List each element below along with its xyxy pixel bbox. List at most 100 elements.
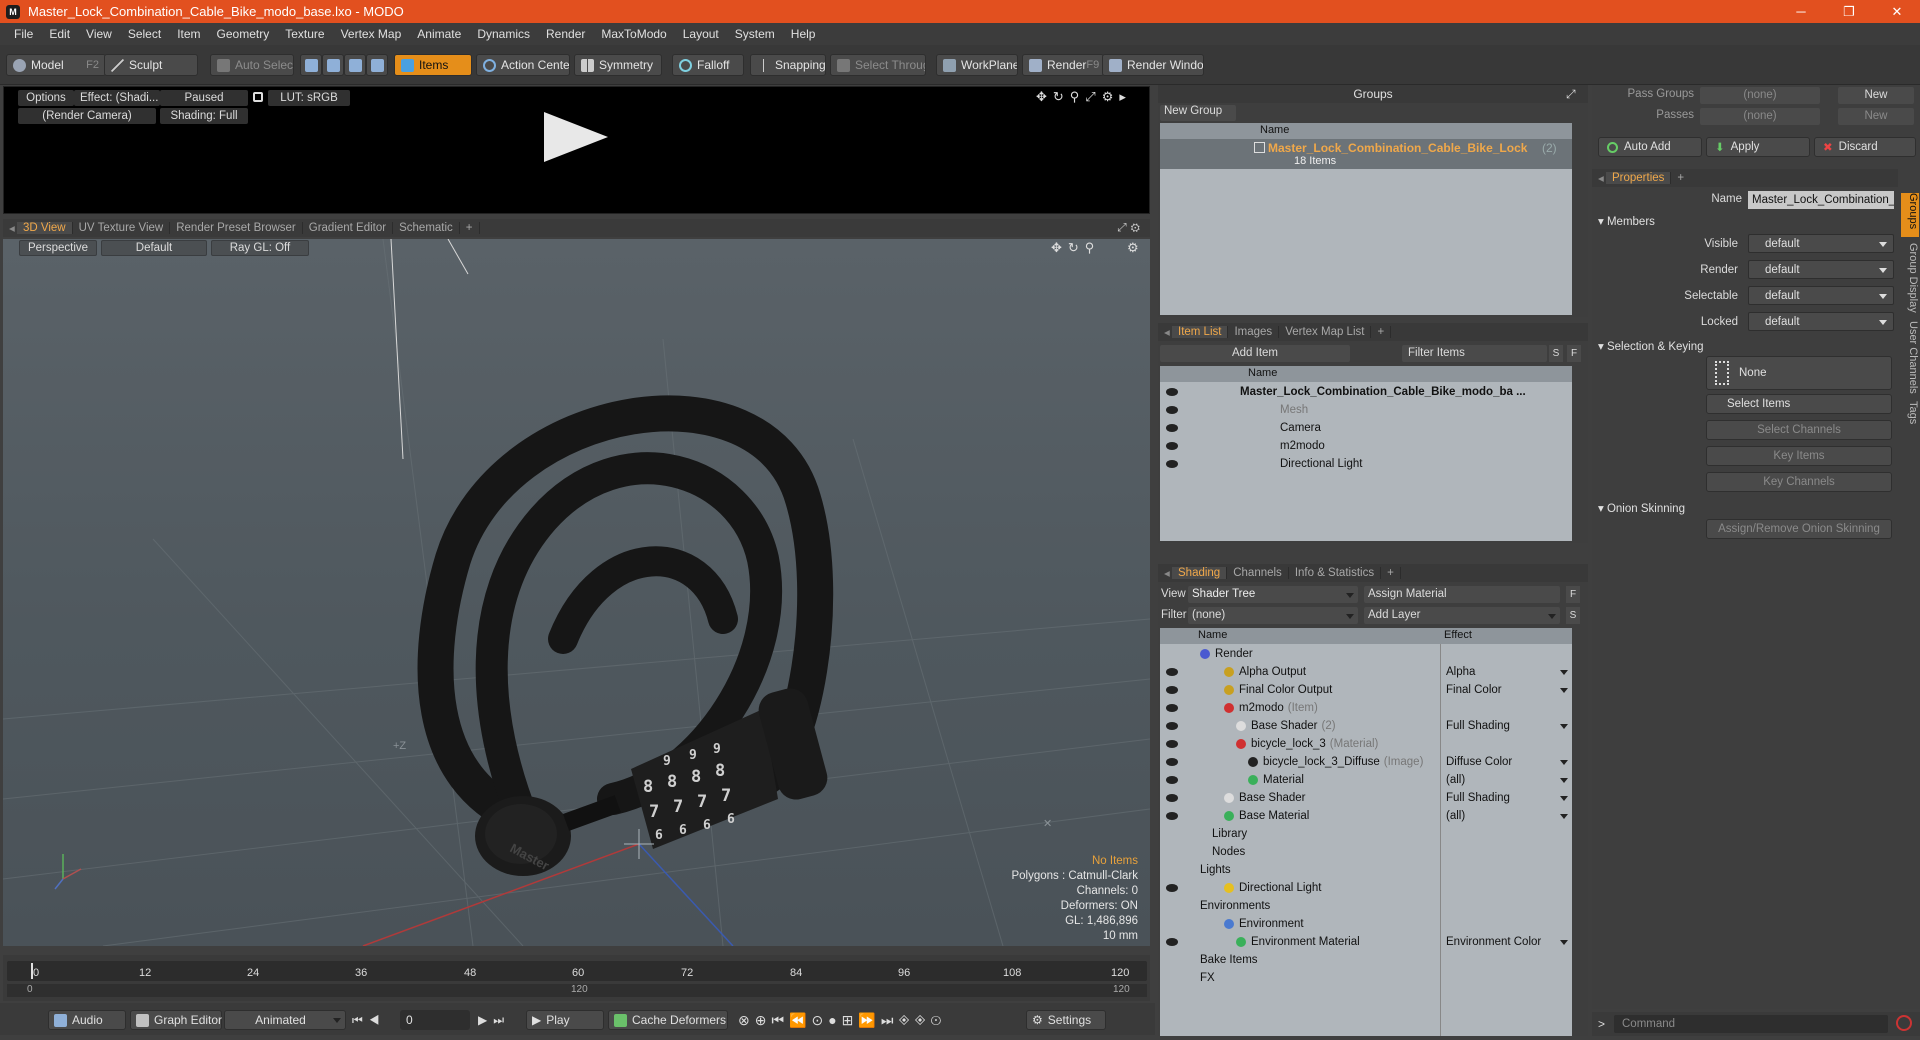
menu-dynamics[interactable]: Dynamics <box>469 27 538 41</box>
key-channels-button[interactable]: Key Channels <box>1706 472 1892 492</box>
shading-dropdown[interactable]: Shading: Full <box>160 108 248 124</box>
shader-row[interactable]: Render <box>1160 645 1572 663</box>
timeline[interactable]: 0 12 24 36 48 60 72 84 96 108 120 0 120 … <box>3 955 1150 1001</box>
shader-effect-dropdown[interactable]: (all) <box>1446 810 1465 822</box>
new-pass-group-button[interactable]: New <box>1838 87 1914 104</box>
add-layer-dropdown[interactable]: Add Layer <box>1364 607 1560 624</box>
viewport-3d[interactable]: 8 8 8 8 7 7 7 7 6 6 6 6 9 9 9 Master +Z … <box>3 239 1150 946</box>
viewport-settings-icon[interactable]: ⚙ <box>1127 240 1139 256</box>
shader-effect-dropdown[interactable]: Alpha <box>1446 666 1475 678</box>
members-section[interactable]: ▾ Members <box>1598 214 1655 228</box>
items-mode-button[interactable]: Items <box>394 54 472 76</box>
eye-icon[interactable] <box>1166 686 1178 694</box>
settings-button[interactable]: ⚙ Settings <box>1026 1010 1106 1030</box>
view-dropdown[interactable]: Shader Tree <box>1188 586 1358 603</box>
shader-row[interactable]: Base Shader Full Shading <box>1160 789 1572 807</box>
chevron-down-icon[interactable] <box>1560 724 1568 729</box>
new-group-button[interactable]: New Group <box>1160 105 1236 121</box>
menu-edit[interactable]: Edit <box>41 27 78 41</box>
tab-uv-texture-view[interactable]: UV Texture View <box>73 222 171 234</box>
eye-icon[interactable] <box>1166 388 1178 396</box>
symmetry-button[interactable]: Symmetry <box>574 54 662 76</box>
filter-s-button[interactable]: S <box>1549 345 1563 362</box>
eye-icon[interactable] <box>1166 884 1178 892</box>
eye-icon[interactable] <box>1166 938 1178 946</box>
properties-menu-icon[interactable]: ◂ <box>1592 171 1606 185</box>
menu-help[interactable]: Help <box>783 27 824 41</box>
side-tab-tags[interactable]: Tags <box>1901 401 1919 431</box>
group-name-field[interactable]: Master_Lock_Combination_Cable_Bi <box>1748 191 1894 209</box>
eye-icon[interactable] <box>1166 668 1178 676</box>
preview-paused-button[interactable]: Paused <box>160 90 248 106</box>
workplane-button[interactable]: WorkPlane <box>936 54 1018 76</box>
perspective-dropdown[interactable]: Perspective <box>19 240 97 256</box>
render-camera-dropdown[interactable]: (Render Camera) <box>18 108 156 124</box>
shader-row[interactable]: Base Shader (2) Full Shading <box>1160 717 1572 735</box>
record-macro-icon[interactable] <box>1896 1015 1912 1031</box>
menu-item[interactable]: Item <box>169 27 208 41</box>
shader-row[interactable]: Environments <box>1160 897 1572 915</box>
apply-button[interactable]: ⬇ Apply <box>1706 137 1810 157</box>
eye-icon[interactable] <box>1166 722 1178 730</box>
menu-texture[interactable]: Texture <box>277 27 332 41</box>
shader-row[interactable]: FX <box>1160 969 1572 987</box>
menu-layout[interactable]: Layout <box>675 27 727 41</box>
add-tab-button[interactable]: + <box>460 222 480 234</box>
shader-row[interactable]: Lights <box>1160 861 1572 879</box>
menu-animate[interactable]: Animate <box>409 27 469 41</box>
viewport-nav-icons[interactable]: ✥↻⚲ <box>1051 240 1100 256</box>
pass-groups-dropdown[interactable]: (none) <box>1700 87 1820 104</box>
tab-gradient-editor[interactable]: Gradient Editor <box>303 222 394 234</box>
add-item-tab-button[interactable]: + <box>1371 326 1392 338</box>
eye-icon[interactable] <box>1166 758 1178 766</box>
model-mode-button[interactable]: Model F2 <box>6 54 106 76</box>
chevron-down-icon[interactable] <box>1560 760 1568 765</box>
shader-effect-dropdown[interactable]: (all) <box>1446 774 1465 786</box>
tab-3d-view[interactable]: 3D View <box>17 222 73 234</box>
shader-row[interactable]: m2modo (Item) <box>1160 699 1572 717</box>
shader-row[interactable]: Material (all) <box>1160 771 1572 789</box>
eye-icon[interactable] <box>1166 704 1178 712</box>
render-dropdown[interactable]: default <box>1748 260 1894 279</box>
shader-row[interactable]: Environment <box>1160 915 1572 933</box>
cache-deformers-button[interactable]: Cache Deformers <box>608 1010 728 1030</box>
panel-menu-icon[interactable]: ◂ <box>3 221 17 235</box>
transport-next-buttons[interactable]: ▶⏭ <box>478 1013 510 1028</box>
viewport-tab-controls[interactable]: ⤢⚙ <box>1111 222 1150 235</box>
shader-row[interactable]: Base Material (all) <box>1160 807 1572 825</box>
vertices-mode-button[interactable] <box>300 54 322 76</box>
side-tab-groups[interactable]: Groups <box>1901 193 1919 237</box>
eye-icon[interactable] <box>1166 460 1178 468</box>
select-channels-button[interactable]: Select Channels <box>1706 420 1892 440</box>
menu-render[interactable]: Render <box>538 27 593 41</box>
raygl-dropdown[interactable]: Ray GL: Off <box>211 240 309 256</box>
chevron-down-icon[interactable] <box>1560 796 1568 801</box>
add-properties-tab[interactable]: + <box>1671 172 1690 184</box>
render-window-button[interactable]: Render Window <box>1102 54 1204 76</box>
edges-mode-button[interactable] <box>322 54 344 76</box>
sculpt-mode-button[interactable]: Sculpt <box>104 54 198 76</box>
shader-effect-dropdown[interactable]: Final Color <box>1446 684 1502 696</box>
shading-style-dropdown[interactable]: Default <box>101 240 207 256</box>
auto-add-button[interactable]: Auto Add <box>1598 137 1702 157</box>
snapping-button[interactable]: Snapping <box>750 54 826 76</box>
eye-icon[interactable] <box>1166 776 1178 784</box>
materials-mode-button[interactable] <box>366 54 388 76</box>
action-center-button[interactable]: Action Center <box>476 54 570 76</box>
tab-info-statistics[interactable]: Info & Statistics <box>1289 567 1382 579</box>
eye-icon[interactable] <box>1166 812 1178 820</box>
menu-geometry[interactable]: Geometry <box>209 27 278 41</box>
side-tab-user-channels[interactable]: User Channels <box>1901 321 1919 395</box>
tab-channels[interactable]: Channels <box>1227 567 1289 579</box>
expand-icon[interactable]: ⤢ <box>1566 87 1576 102</box>
eye-icon[interactable] <box>1166 406 1178 414</box>
menu-select[interactable]: Select <box>120 27 169 41</box>
shader-row[interactable]: bicycle_lock_3_Diffuse (Image) Diffuse Col… <box>1160 753 1572 771</box>
chevron-down-icon[interactable] <box>1560 778 1568 783</box>
shader-effect-dropdown[interactable]: Diffuse Color <box>1446 756 1512 768</box>
keyframe-tool-icons[interactable]: ⊗⊕⏮⏪⊙●⊞⏩⏭◈◈⊙ <box>738 1012 946 1029</box>
locked-dropdown[interactable]: default <box>1748 312 1894 331</box>
item-row-mesh[interactable]: Mesh <box>1160 401 1572 419</box>
chevron-down-icon[interactable] <box>1560 688 1568 693</box>
filter-dropdown[interactable]: (none) <box>1188 607 1358 624</box>
